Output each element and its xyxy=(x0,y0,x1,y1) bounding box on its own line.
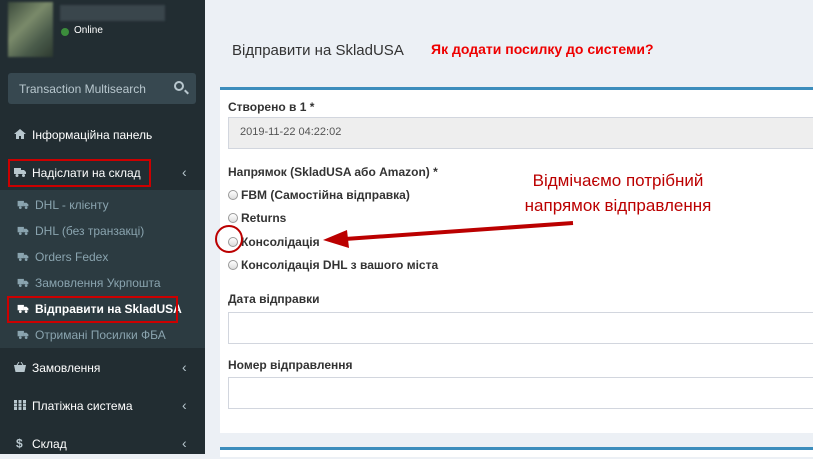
annotation-arrow-head xyxy=(323,230,349,248)
annotation-overlay xyxy=(215,221,574,253)
annotation-arrow-shaft xyxy=(344,221,574,241)
annotation-circle xyxy=(215,225,243,253)
